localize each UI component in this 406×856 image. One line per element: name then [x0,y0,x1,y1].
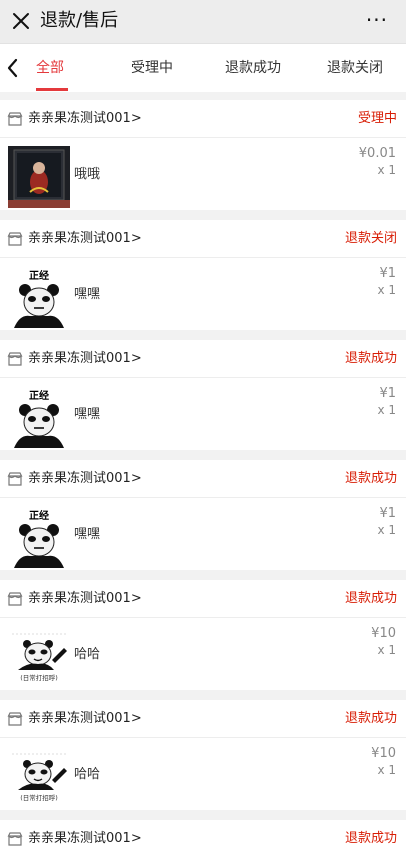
shop-name-link[interactable]: 亲亲果冻测试001> [28,110,142,128]
panda-wave-image: (日常打招呼) [8,746,70,808]
refund-order-card[interactable]: 亲亲果冻测试001> 退款成功 [0,820,406,856]
item-price: ¥1 [379,506,396,521]
refund-status: 退款成功 [344,591,397,606]
shop-name-link[interactable]: 亲亲果冻测试001> [28,470,142,488]
tab-refund-success[interactable]: 退款成功 [225,58,281,78]
title-bar: 退款/售后 ··· [0,0,406,44]
panda-meme-image: 正经 [8,386,70,448]
thumb-caption: 正经 [29,269,49,282]
panda-wave-image: (日常打招呼) [8,626,70,688]
item-name: 哈哈 [74,647,101,662]
refund-status: 退款成功 [344,831,397,846]
panda-meme-image: 正经 [8,266,70,328]
item-price: ¥1 [379,386,396,401]
item-price: ¥1 [379,266,396,281]
refund-order-card[interactable]: 亲亲果冻测试001> 退款成功 正经 嘿嘿 ¥1 x 1 [0,460,406,570]
refund-status: 退款成功 [344,471,397,486]
tab-all[interactable]: 全部 [36,58,64,78]
shop-name-link[interactable]: 亲亲果冻测试001> [28,350,142,368]
shop-row: 亲亲果冻测试001> 退款成功 [0,820,406,856]
tab-processing[interactable]: 受理中 [131,58,173,78]
item-name: 嘿嘿 [74,527,101,542]
item-price: ¥10 [371,746,396,761]
refund-status: 退款关闭 [344,231,397,246]
thumb-caption: 正经 [29,509,49,522]
item-quantity: x 1 [377,403,396,417]
item-quantity: x 1 [377,643,396,657]
refund-order-card[interactable]: 亲亲果冻测试001> 退款成功 (日常打招呼) 哈哈 ¥10 x 1 [0,580,406,690]
item-price: ¥0.01 [358,146,396,161]
back-arrow-icon[interactable] [4,56,22,80]
item-quantity: x 1 [377,763,396,777]
item-name: 嘿嘿 [74,287,101,302]
tab-bar: 全部 受理中 退款成功 退款关闭 [0,44,406,92]
refund-order-card[interactable]: 亲亲果冻测试001> 退款关闭 正经 嘿嘿 ¥1 x 1 [0,220,406,330]
shop-row: 亲亲果冻测试001> 退款成功 [0,460,406,498]
refund-status: 退款成功 [344,351,397,366]
shop-row: 亲亲果冻测试001> 退款成功 [0,700,406,738]
display-box-image [8,146,70,208]
item-price: ¥10 [371,626,396,641]
shop-icon [7,712,23,726]
close-icon[interactable] [10,10,32,32]
item-quantity: x 1 [377,523,396,537]
shop-icon [7,472,23,486]
more-menu-button[interactable]: ··· [366,9,388,31]
thumb-caption: 正经 [29,389,49,402]
shop-name-link[interactable]: 亲亲果冻测试001> [28,230,142,248]
thumb-caption: (日常打招呼) [20,673,58,682]
item-name: 哦哦 [74,167,101,182]
item-name: 哈哈 [74,767,101,782]
refund-status: 退款成功 [344,711,397,726]
shop-icon [7,592,23,606]
shop-icon [7,112,23,126]
shop-name-link[interactable]: 亲亲果冻测试001> [28,590,142,608]
item-quantity: x 1 [377,163,396,177]
panda-meme-image: 正经 [8,506,70,568]
shop-name-link[interactable]: 亲亲果冻测试001> [28,710,142,728]
refund-order-card[interactable]: 亲亲果冻测试001> 受理中 哦哦 ¥0.01 x 1 [0,100,406,210]
shop-row: 亲亲果冻测试001> 退款成功 [0,580,406,618]
shop-name-link[interactable]: 亲亲果冻测试001> [28,830,142,848]
refund-order-card[interactable]: 亲亲果冻测试001> 退款成功 (日常打招呼) 哈哈 ¥10 x 1 [0,700,406,810]
active-tab-indicator [36,88,68,91]
shop-row: 亲亲果冻测试001> 退款关闭 [0,220,406,258]
shop-row: 亲亲果冻测试001> 退款成功 [0,340,406,378]
item-name: 嘿嘿 [74,407,101,422]
shop-row: 亲亲果冻测试001> 受理中 [0,100,406,138]
refund-status: 受理中 [357,111,397,126]
shop-icon [7,352,23,366]
page-title: 退款/售后 [40,10,119,31]
refund-order-card[interactable]: 亲亲果冻测试001> 退款成功 正经 嘿嘿 ¥1 x 1 [0,340,406,450]
item-quantity: x 1 [377,283,396,297]
thumb-caption: (日常打招呼) [20,793,58,802]
shop-icon [7,832,23,846]
shop-icon [7,232,23,246]
tab-refund-closed[interactable]: 退款关闭 [327,58,383,78]
